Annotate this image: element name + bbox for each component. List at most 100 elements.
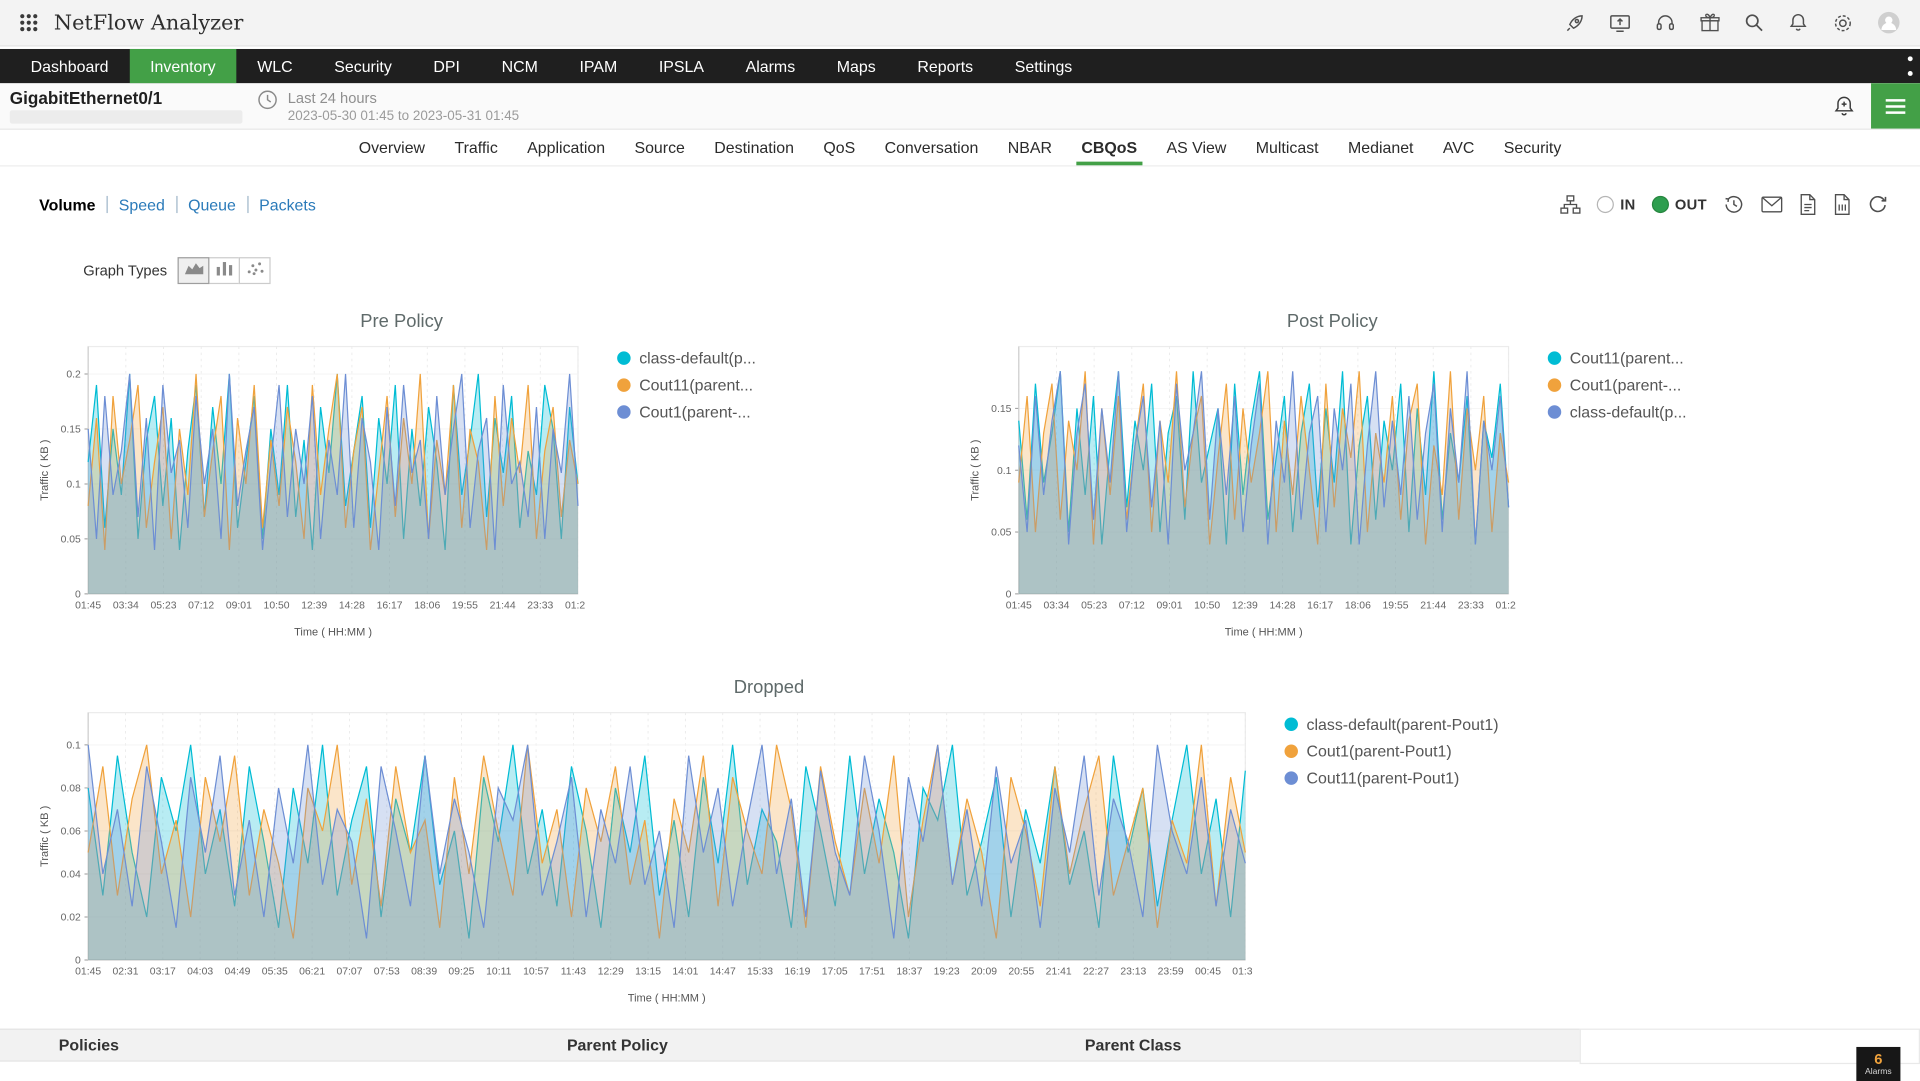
out-radio[interactable] — [1652, 196, 1669, 213]
bell-icon[interactable] — [1788, 12, 1809, 33]
svg-text:0.06: 0.06 — [61, 827, 81, 838]
gift-icon[interactable] — [1700, 12, 1721, 33]
tab-destination[interactable]: Destination — [700, 130, 809, 166]
legend-item[interactable]: Cout11(parent... — [1548, 349, 1687, 367]
svg-text:03:34: 03:34 — [113, 601, 139, 612]
svg-text:19:23: 19:23 — [934, 967, 960, 978]
alarms-label: Alarms — [1865, 1068, 1892, 1077]
headset-icon[interactable] — [1654, 12, 1676, 34]
legend-dot — [617, 405, 630, 418]
legend-item[interactable]: Cout1(parent-... — [1548, 376, 1687, 394]
nav-item-alarms[interactable]: Alarms — [725, 49, 816, 83]
svg-text:Time ( HH:MM ): Time ( HH:MM ) — [294, 627, 372, 639]
nav-item-inventory[interactable]: Inventory — [129, 49, 236, 83]
legend-item[interactable]: Cout1(parent-Pout1) — [1285, 742, 1499, 760]
nav-item-reports[interactable]: Reports — [897, 49, 994, 83]
nav-item-security[interactable]: Security — [313, 49, 412, 83]
svg-text:01:45: 01:45 — [75, 601, 101, 612]
alarm-bell-icon[interactable] — [1832, 94, 1856, 118]
rocket-icon[interactable] — [1564, 12, 1586, 34]
graph-type-bar-button[interactable] — [209, 257, 241, 284]
legend-label: Cout1(parent-... — [639, 403, 750, 421]
chart-title: Post Policy — [965, 311, 1700, 332]
clock-icon — [257, 89, 278, 110]
svg-text:05:23: 05:23 — [151, 601, 177, 612]
view-tab-queue[interactable]: Queue — [188, 195, 236, 213]
legend-dot — [617, 378, 630, 391]
hierarchy-icon[interactable] — [1560, 195, 1581, 215]
interface-dropdown[interactable] — [10, 110, 243, 123]
legend-item[interactable]: Cout11(parent-Pout1) — [1285, 769, 1499, 787]
tab-traffic[interactable]: Traffic — [440, 130, 513, 166]
tab-cbqos[interactable]: CBQoS — [1067, 130, 1152, 166]
legend-item[interactable]: Cout11(parent... — [617, 376, 756, 394]
direction-toggle-out[interactable]: OUT — [1652, 196, 1707, 213]
legend-item[interactable]: class-default(p... — [1548, 403, 1687, 421]
tab-multicast[interactable]: Multicast — [1241, 130, 1333, 166]
history-icon[interactable] — [1723, 193, 1745, 215]
refresh-icon[interactable] — [1867, 194, 1888, 215]
alarms-badge[interactable]: 6 Alarms — [1856, 1047, 1900, 1081]
tab-qos[interactable]: QoS — [809, 130, 870, 166]
pdf-export-icon[interactable] — [1799, 193, 1817, 215]
interface-name[interactable]: GigabitEthernet0/1 — [10, 88, 257, 108]
graph-type-scatter-button[interactable] — [239, 257, 271, 284]
nav-item-maps[interactable]: Maps — [816, 49, 897, 83]
tab-security[interactable]: Security — [1489, 130, 1576, 166]
svg-text:0.15: 0.15 — [61, 425, 81, 436]
menu-button[interactable] — [1871, 83, 1920, 128]
legend-item[interactable]: class-default(parent-Pout1) — [1285, 715, 1499, 733]
svg-text:Time ( HH:MM ): Time ( HH:MM ) — [1225, 627, 1303, 639]
nav-item-settings[interactable]: Settings — [994, 49, 1093, 83]
in-radio[interactable] — [1597, 196, 1614, 213]
search-icon[interactable] — [1744, 12, 1765, 33]
svg-text:13:15: 13:15 — [635, 967, 661, 978]
svg-text:0: 0 — [75, 956, 81, 967]
tab-conversation[interactable]: Conversation — [870, 130, 993, 166]
svg-text:15:33: 15:33 — [747, 967, 773, 978]
csv-export-icon[interactable] — [1833, 193, 1851, 215]
area-chart-icon — [184, 260, 205, 282]
chart-canvas[interactable]: 01:4503:3405:2307:1209:0110:5012:3914:28… — [34, 334, 585, 643]
time-range-selector[interactable]: Last 24 hours 2023-05-30 01:45 to 2023-0… — [257, 89, 519, 123]
email-icon[interactable] — [1761, 196, 1783, 213]
tab-as-view[interactable]: AS View — [1152, 130, 1241, 166]
direction-toggle-in[interactable]: IN — [1597, 196, 1636, 213]
user-avatar-icon[interactable] — [1877, 11, 1900, 34]
nav-item-ipsla[interactable]: IPSLA — [638, 49, 725, 83]
svg-text:Traffic ( KB ): Traffic ( KB ) — [39, 440, 51, 501]
tab-medianet[interactable]: Medianet — [1333, 130, 1428, 166]
svg-text:20:09: 20:09 — [971, 967, 997, 978]
tab-nbar[interactable]: NBAR — [993, 130, 1067, 166]
screen-share-icon[interactable] — [1609, 12, 1631, 34]
nav-item-dpi[interactable]: DPI — [413, 49, 481, 83]
apps-grid-icon[interactable] — [20, 13, 38, 31]
interface-block: GigabitEthernet0/1 — [10, 88, 257, 124]
controls-row: Volume Speed Queue Packets IN OUT — [39, 186, 1888, 223]
tab-application[interactable]: Application — [512, 130, 619, 166]
svg-text:Time ( HH:MM ): Time ( HH:MM ) — [628, 993, 706, 1005]
in-label: IN — [1620, 196, 1635, 213]
tab-avc[interactable]: AVC — [1428, 130, 1489, 166]
gear-icon[interactable] — [1832, 12, 1854, 34]
legend-item[interactable]: Cout1(parent-... — [617, 403, 756, 421]
view-tab-packets[interactable]: Packets — [259, 195, 316, 213]
nav-item-ipam[interactable]: IPAM — [559, 49, 638, 83]
svg-text:00:45: 00:45 — [1195, 967, 1221, 978]
chart-canvas[interactable]: 01:4503:3405:2307:1209:0110:5012:3914:28… — [965, 334, 1516, 643]
separator — [107, 196, 108, 213]
chart-legend: Cout11(parent... Cout1(parent-... class-de… — [1516, 334, 1687, 643]
tab-source[interactable]: Source — [620, 130, 700, 166]
svg-text:01:22: 01:22 — [1496, 601, 1516, 612]
nav-item-ncm[interactable]: NCM — [481, 49, 559, 83]
legend-item[interactable]: class-default(p... — [617, 349, 756, 367]
graph-type-area-button[interactable] — [178, 257, 210, 284]
svg-text:11:43: 11:43 — [561, 967, 586, 978]
view-tab-volume[interactable]: Volume — [39, 195, 95, 213]
view-tab-speed[interactable]: Speed — [119, 195, 165, 213]
tab-overview[interactable]: Overview — [344, 130, 440, 166]
chart-canvas[interactable]: 01:4502:3103:1704:0304:4905:3506:2107:07… — [34, 700, 1252, 1009]
nav-item-wlc[interactable]: WLC — [236, 49, 313, 83]
svg-text:01:31: 01:31 — [1232, 967, 1252, 978]
nav-item-dashboard[interactable]: Dashboard — [10, 49, 130, 83]
